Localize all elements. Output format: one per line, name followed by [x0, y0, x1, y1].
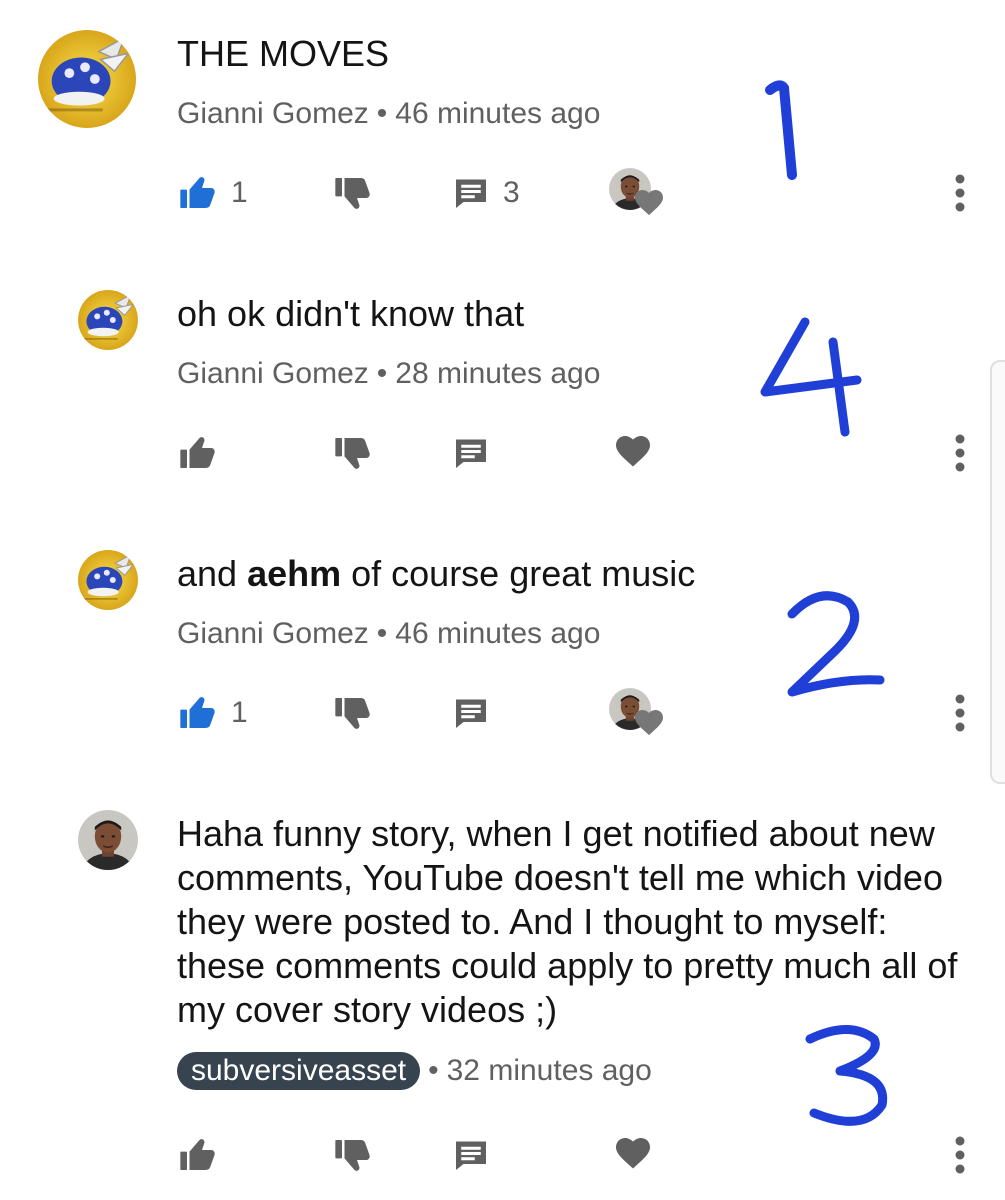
like-count: 1 [231, 696, 248, 729]
timestamp: 46 minutes ago [395, 617, 601, 650]
heart-icon [635, 710, 663, 738]
annotation-2 [787, 591, 885, 697]
comment-icon [453, 695, 489, 731]
dislike-button[interactable] [332, 428, 372, 478]
heart-button[interactable] [615, 428, 651, 478]
meta-separator: • [428, 1054, 439, 1087]
blue-shell-avatar[interactable] [38, 30, 136, 128]
blue-shell-avatar[interactable] [78, 550, 138, 610]
comment-text: Haha funny story, when I get notified ab… [177, 813, 958, 1030]
comment-meta: Gianni Gomez • 28 minutes ago [177, 356, 600, 392]
timestamp: 32 minutes ago [446, 1054, 652, 1087]
author-name[interactable]: Gianni Gomez [177, 617, 369, 650]
comment-icon [453, 435, 489, 471]
thumbs-down-icon [332, 433, 372, 473]
author-name[interactable]: Gianni Gomez [177, 357, 369, 390]
annotation-1 [765, 80, 797, 180]
comment-meta: Gianni Gomez • 46 minutes ago [177, 616, 600, 652]
heart-icon [615, 1138, 651, 1172]
dislike-button[interactable] [332, 688, 372, 738]
timestamp: 28 minutes ago [395, 357, 601, 390]
reply-count: 3 [503, 176, 520, 209]
thumbs-down-icon [332, 693, 372, 733]
heart-icon [615, 436, 651, 470]
reply-button[interactable]: 3 [453, 168, 520, 218]
blue-shell-avatar[interactable] [78, 290, 138, 350]
heart-button[interactable] [615, 1130, 651, 1180]
comment-actions [0, 1130, 1005, 1180]
comment-icon [453, 175, 489, 211]
like-count: 1 [231, 176, 248, 209]
reply-button[interactable] [453, 428, 489, 478]
comment-text-bold: aehm [247, 553, 342, 594]
creator-author-chip[interactable]: subversiveasset [177, 1052, 421, 1090]
thumbs-down-icon [332, 173, 372, 213]
comment-text-part: of course great music [341, 553, 696, 594]
more-options-icon[interactable] [945, 428, 975, 478]
comment-text-part: and [177, 553, 248, 594]
thumbs-up-icon [177, 433, 217, 473]
annotation-4 [760, 317, 862, 437]
more-options-icon[interactable] [945, 1130, 975, 1180]
creator-avatar[interactable] [78, 810, 138, 870]
more-options-icon[interactable] [945, 168, 975, 218]
thumbs-up-icon [177, 1135, 217, 1175]
comment-meta: subversiveasset • 32 minutes ago [177, 1052, 652, 1090]
timestamp: 46 minutes ago [395, 97, 601, 130]
dislike-button[interactable] [332, 1130, 372, 1180]
comment-4: Haha funny story, when I get notified ab… [0, 780, 1005, 1200]
thumbs-up-icon [177, 173, 217, 213]
meta-separator: • [376, 97, 388, 130]
annotation-3 [805, 1025, 888, 1126]
like-button[interactable]: 1 [177, 168, 248, 218]
like-button[interactable] [177, 428, 217, 478]
more-options-icon[interactable] [945, 688, 975, 738]
author-name[interactable]: Gianni Gomez [177, 97, 369, 130]
dislike-button[interactable] [332, 168, 372, 218]
comment-icon [453, 1137, 489, 1173]
comment-meta: Gianni Gomez • 46 minutes ago [177, 96, 600, 132]
reply-button[interactable] [453, 688, 489, 738]
scrollbar[interactable] [990, 360, 1005, 784]
like-button[interactable]: 1 [177, 688, 248, 738]
thumbs-up-icon [177, 693, 217, 733]
creator-heart-badge [607, 160, 663, 216]
thumbs-down-icon [332, 1135, 372, 1175]
meta-separator: • [376, 357, 388, 390]
like-button[interactable] [177, 1130, 217, 1180]
heart-icon [635, 190, 663, 218]
reply-button[interactable] [453, 1130, 489, 1180]
meta-separator: • [376, 617, 388, 650]
creator-heart-badge [607, 680, 663, 736]
